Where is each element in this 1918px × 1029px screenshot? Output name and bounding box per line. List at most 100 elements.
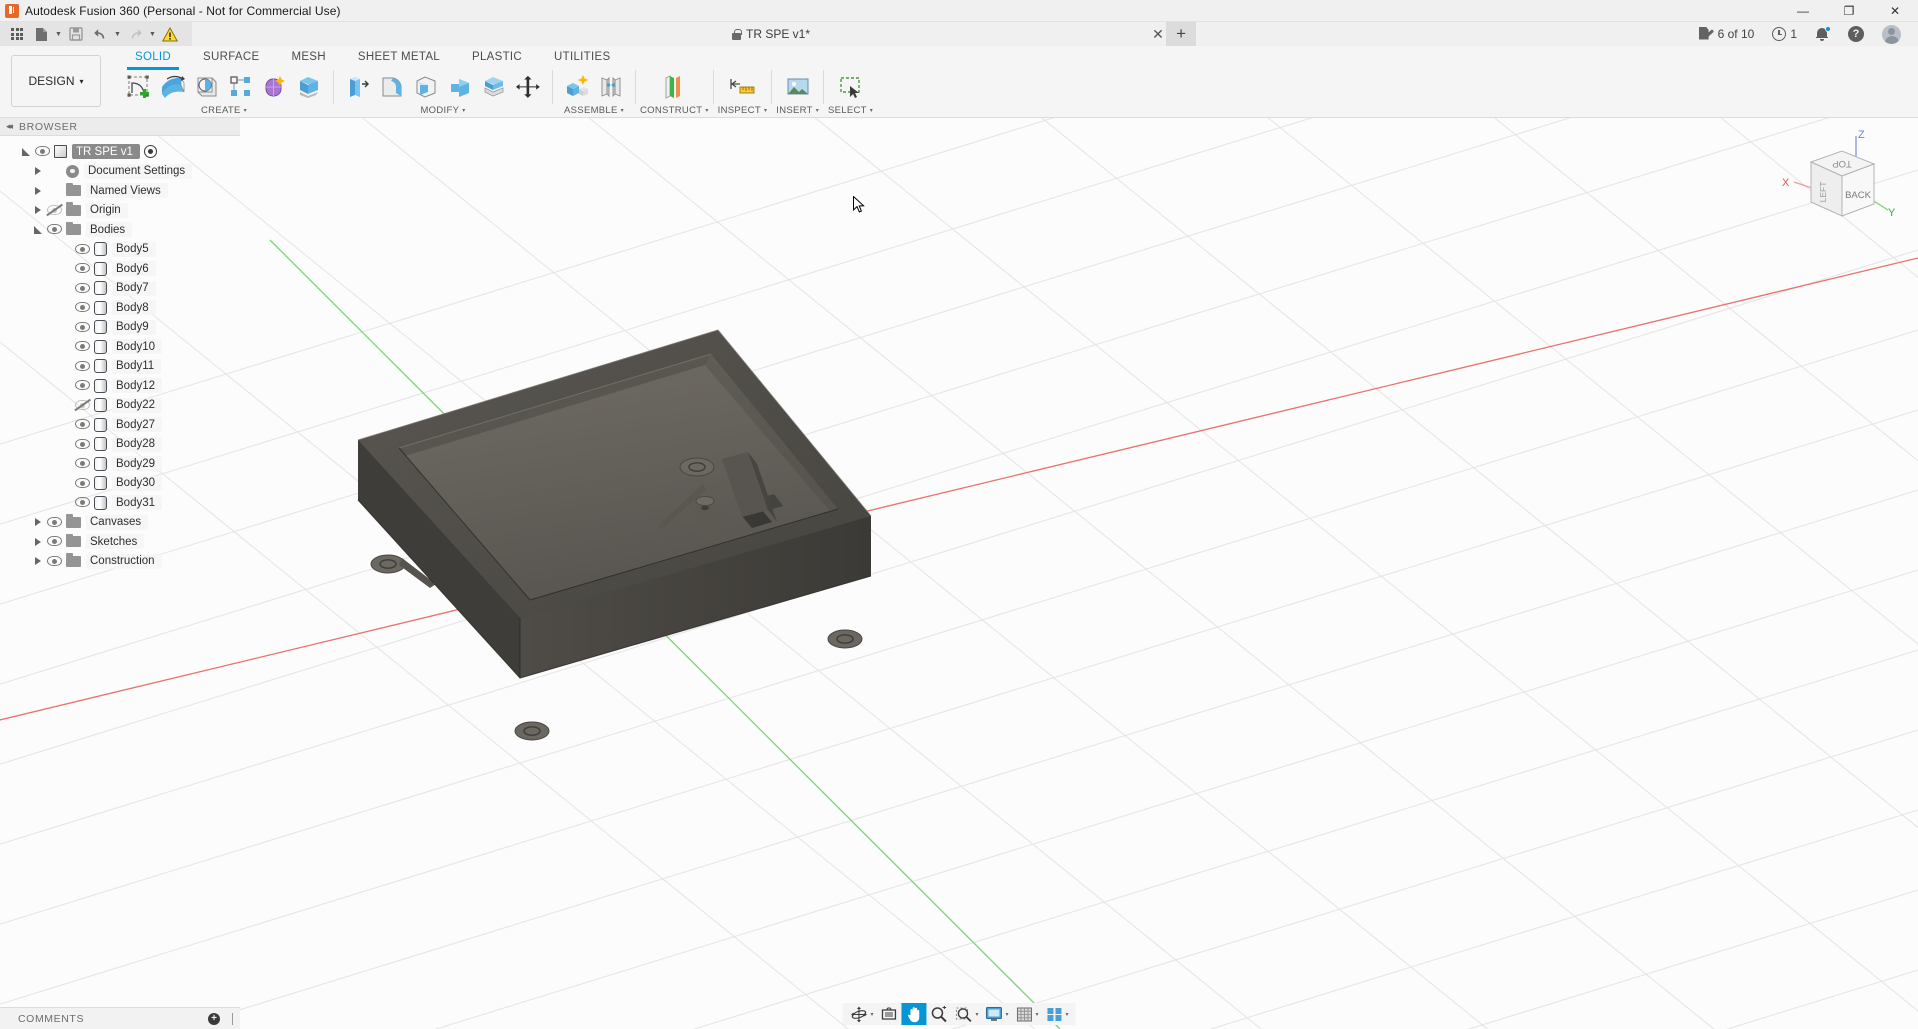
shell-icon[interactable]	[410, 70, 442, 104]
form-icon[interactable]	[259, 70, 291, 104]
panel-label-modify[interactable]: MODIFY ▾	[420, 105, 465, 116]
tree-expand-arrow-closed-icon[interactable]	[30, 557, 46, 566]
visibility-eye-off-icon[interactable]	[74, 398, 91, 412]
comments-resize-grip[interactable]	[232, 1012, 234, 1025]
warning-icon[interactable]	[159, 24, 181, 44]
viewports[interactable]: ▾	[1042, 1003, 1072, 1025]
insert-image-icon[interactable]	[782, 70, 814, 104]
visibility-eye-icon[interactable]	[74, 380, 91, 392]
tree-item-body10[interactable]: Body10	[0, 337, 246, 357]
tree-item-body6[interactable]: Body6	[0, 259, 246, 279]
undo-chevron-down-icon[interactable]: ▼	[113, 31, 122, 38]
display-settings-chevron-down-icon[interactable]: ▾	[1005, 1011, 1008, 1018]
tree-item-body12[interactable]: Body12	[0, 376, 246, 396]
grid-chevron-down-icon[interactable]: ▾	[1036, 1011, 1039, 1018]
tree-item-tr-spe-v1[interactable]: TR SPE v1	[0, 142, 246, 162]
tree-item-named-views[interactable]: Named Views	[0, 181, 246, 201]
look-at-tool[interactable]	[876, 1003, 901, 1025]
extrude-icon[interactable]	[157, 70, 189, 104]
tree-item-body9[interactable]: Body9	[0, 318, 246, 338]
tree-expand-arrow-open-icon[interactable]	[18, 147, 34, 156]
account-button[interactable]	[1873, 22, 1910, 46]
tree-item-bodies[interactable]: Bodies	[0, 220, 246, 240]
tree-expand-arrow-closed-icon[interactable]	[30, 167, 46, 176]
tree-expand-arrow-open-icon[interactable]	[30, 225, 46, 234]
activate-component-radio[interactable]	[143, 145, 157, 159]
save-icon[interactable]	[65, 24, 87, 44]
combine-icon[interactable]	[444, 70, 476, 104]
panel-label-inspect[interactable]: INSPECT ▾	[718, 105, 768, 116]
app-grid-icon[interactable]	[6, 24, 28, 44]
visibility-eye-off-icon[interactable]	[46, 203, 63, 217]
undo-icon[interactable]	[89, 24, 111, 44]
visibility-eye-icon[interactable]	[46, 555, 63, 567]
panel-label-assemble[interactable]: ASSEMBLE ▾	[564, 105, 624, 116]
tree-expand-arrow-closed-icon[interactable]	[30, 537, 46, 546]
notifications-button[interactable]	[1806, 22, 1839, 46]
tab-mesh[interactable]: MESH	[275, 46, 341, 68]
tree-expand-arrow-closed-icon[interactable]	[30, 518, 46, 527]
tree-item-body7[interactable]: Body7	[0, 279, 246, 299]
visibility-eye-icon[interactable]	[74, 477, 91, 489]
collapse-panel-icon[interactable]: ◂◂	[6, 121, 13, 132]
viewport[interactable]: ◂◂ BROWSER TR SPE v1 Document Settings Nam…	[0, 118, 1918, 1029]
redo-chevron-down-icon[interactable]: ▼	[148, 31, 157, 38]
tree-expand-arrow-closed-icon[interactable]	[30, 186, 46, 195]
visibility-eye-icon[interactable]	[74, 321, 91, 333]
offset-face-icon[interactable]	[478, 70, 510, 104]
maximize-button[interactable]: ❐	[1826, 0, 1872, 22]
tree-item-body29[interactable]: Body29	[0, 454, 246, 474]
tree-item-body31[interactable]: Body31	[0, 493, 246, 513]
visibility-eye-icon[interactable]	[74, 282, 91, 294]
visibility-eye-icon[interactable]	[74, 243, 91, 255]
tree-item-body30[interactable]: Body30	[0, 474, 246, 494]
tree-item-body11[interactable]: Body11	[0, 357, 246, 377]
create-sketch-icon[interactable]	[123, 70, 155, 104]
tree-item-body22[interactable]: Body22	[0, 396, 246, 416]
tree-item-canvases[interactable]: Canvases	[0, 513, 246, 533]
tree-item-body27[interactable]: Body27	[0, 415, 246, 435]
tree-item-construction[interactable]: Construction	[0, 552, 246, 572]
display-settings[interactable]: ▾	[981, 1003, 1011, 1025]
tree-item-origin[interactable]: Origin	[0, 201, 246, 221]
press-pull-icon[interactable]	[342, 70, 374, 104]
new-file-icon[interactable]	[30, 24, 52, 44]
offset-plane-icon[interactable]	[658, 70, 690, 104]
grid-and-snaps[interactable]: ▾	[1012, 1003, 1042, 1025]
visibility-eye-icon[interactable]	[74, 419, 91, 431]
tab-sheet-metal[interactable]: SHEET METAL	[342, 46, 456, 68]
pan-tool[interactable]	[901, 1003, 927, 1025]
zoom-window-chevron-down-icon[interactable]: ▾	[975, 1011, 978, 1018]
orbit-tool[interactable]: ▾	[846, 1003, 876, 1025]
visibility-eye-icon[interactable]	[74, 360, 91, 372]
fillet-icon[interactable]	[376, 70, 408, 104]
tab-utilities[interactable]: UTILITIES	[538, 46, 626, 68]
viewports-chevron-down-icon[interactable]: ▾	[1066, 1011, 1069, 1018]
visibility-eye-icon[interactable]	[74, 438, 91, 450]
new-file-chevron-down-icon[interactable]: ▼	[54, 31, 63, 38]
visibility-eye-icon[interactable]	[74, 458, 91, 470]
new-document-tab-button[interactable]: +	[1166, 22, 1197, 46]
joint-icon[interactable]	[595, 70, 627, 104]
pattern-icon[interactable]	[225, 70, 257, 104]
panel-label-insert[interactable]: INSERT ▾	[776, 105, 819, 116]
panel-label-construct[interactable]: CONSTRUCT ▾	[640, 105, 709, 116]
tree-item-body28[interactable]: Body28	[0, 435, 246, 455]
visibility-eye-icon[interactable]	[46, 536, 63, 548]
select-window-icon[interactable]	[835, 70, 867, 104]
create-form-box-icon[interactable]	[293, 70, 325, 104]
redo-icon[interactable]	[124, 24, 146, 44]
workspace-selector[interactable]: DESIGN ▾	[11, 55, 101, 107]
new-component-icon[interactable]	[561, 70, 593, 104]
panel-label-create[interactable]: CREATE ▾	[201, 105, 247, 116]
view-cube[interactable]: Z X Y TOP BACK LEFT	[1778, 126, 1896, 232]
help-button[interactable]: ?	[1839, 22, 1873, 46]
move-copy-icon[interactable]	[512, 70, 544, 104]
tree-item-body5[interactable]: Body5	[0, 240, 246, 260]
tab-surface[interactable]: SURFACE	[187, 46, 275, 68]
revolve-icon[interactable]	[191, 70, 223, 104]
tab-plastic[interactable]: PLASTIC	[456, 46, 538, 68]
close-button[interactable]: ✕	[1872, 0, 1918, 22]
document-tab-close-icon[interactable]: ✕	[1150, 26, 1166, 43]
minimize-button[interactable]: —	[1780, 0, 1826, 22]
